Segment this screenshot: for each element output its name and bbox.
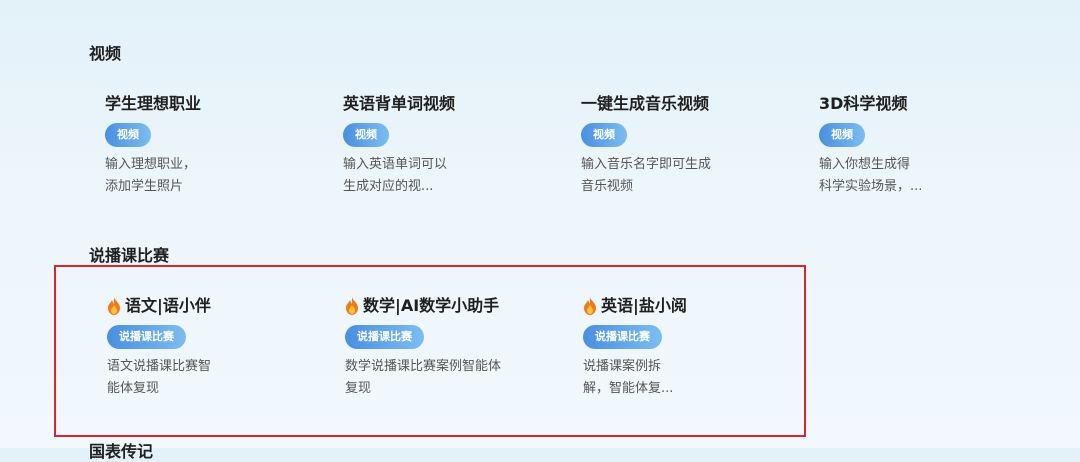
category-tag: 视频 [105, 123, 151, 147]
section-title-video: 视频 [89, 44, 122, 63]
card-student-career[interactable]: 学生理想职业 视频 输入理想职业， 添加学生照片 [105, 94, 305, 198]
card-chinese-assistant[interactable]: 语文|语小伴 说播课比赛 语文说播课比赛智 能体复现 [107, 296, 307, 400]
category-tag: 说播课比赛 [107, 325, 186, 349]
card-description: 输入音乐名字即可生成 音乐视频 [581, 157, 712, 194]
card-description: 说播课案例拆 解，智能体复... [583, 359, 674, 396]
section-title-next: 国表传记 [89, 442, 154, 461]
category-tag: 说播课比赛 [583, 325, 662, 349]
card-title: 学生理想职业 [105, 94, 202, 113]
flame-icon [346, 297, 358, 315]
card-description: 语文说播课比赛智 能体复现 [107, 359, 212, 396]
card-english-reading[interactable]: 英语|盐小阅 说播课比赛 说播课案例拆 解，智能体复... [583, 296, 783, 400]
category-tag: 视频 [819, 123, 865, 147]
card-title: 英语|盐小阅 [601, 296, 687, 315]
card-music-video[interactable]: 一键生成音乐视频 视频 输入音乐名字即可生成 音乐视频 [581, 94, 781, 198]
category-tag: 视频 [581, 123, 627, 147]
flame-icon [584, 297, 596, 315]
card-3d-science-video[interactable]: 3D科学视频 视频 输入你想生成得 科学实验场景，... [819, 94, 1019, 198]
category-tag: 说播课比赛 [345, 325, 424, 349]
card-title: 数学|AI数学小助手 [363, 296, 500, 315]
card-title: 一键生成音乐视频 [581, 94, 710, 113]
section-title-lecture-contest: 说播课比赛 [89, 246, 170, 265]
card-title: 3D科学视频 [819, 94, 908, 113]
card-description: 输入英语单词可以 生成对应的视... [343, 157, 448, 194]
category-tag: 视频 [343, 123, 389, 147]
card-title: 英语背单词视频 [343, 94, 456, 113]
card-description: 数学说播课比赛案例智能体 复现 [345, 359, 502, 396]
flame-icon [108, 297, 120, 315]
card-title: 语文|语小伴 [125, 296, 211, 315]
card-description: 输入你想生成得 科学实验场景，... [819, 157, 923, 194]
card-description: 输入理想职业， 添加学生照片 [105, 157, 197, 194]
card-math-ai-assistant[interactable]: 数学|AI数学小助手 说播课比赛 数学说播课比赛案例智能体 复现 [345, 296, 545, 400]
card-english-vocab-video[interactable]: 英语背单词视频 视频 输入英语单词可以 生成对应的视... [343, 94, 543, 198]
